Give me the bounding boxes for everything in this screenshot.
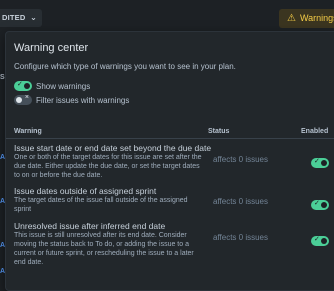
warning-enabled-toggle[interactable]: ✓ — [311, 158, 329, 168]
edited-dropdown-button[interactable]: DITED ⌄ — [0, 9, 42, 27]
check-icon: ✓ — [314, 200, 320, 207]
check-icon: ✓ — [314, 158, 320, 165]
warning-name: Unresolved issue after inferred end date — [14, 221, 166, 231]
check-icon: ✓ — [17, 81, 23, 88]
chevron-down-icon: ⌄ — [30, 13, 37, 22]
edited-label: DITED — [2, 13, 26, 22]
warning-description: The target dates of the issue fall outsi… — [14, 197, 188, 213]
show-warnings-toggle[interactable]: ✓ — [14, 81, 32, 91]
top-bar: DITED ⌄ ⚠ Warnings — [0, 0, 334, 32]
warning-description: This issue is still unresolved after its… — [14, 232, 194, 266]
column-header-status: Status — [208, 128, 230, 135]
warning-status: affects 0 issues — [213, 233, 268, 242]
warning-description: One or both of the target dates for this… — [14, 154, 202, 179]
filter-issues-label: Filter issues with warnings — [36, 95, 130, 105]
warning-enabled-toggle[interactable]: ✓ — [311, 236, 329, 246]
filter-issues-toggle[interactable]: × — [14, 94, 32, 105]
table-header: Warning Status Enabled — [6, 125, 334, 139]
show-warnings-row: ✓ Show warnings — [14, 80, 90, 92]
warning-name: Issue dates outside of assigned sprint — [14, 186, 157, 196]
warning-enabled-toggle[interactable]: ✓ — [311, 200, 329, 210]
dialog-title: Warning center — [14, 42, 89, 54]
table-row: Issue dates outside of assigned sprint T… — [14, 186, 334, 214]
warning-triangle-icon: ⚠ — [287, 13, 296, 24]
dialog-description: Configure which type of warnings you wan… — [14, 62, 236, 71]
warning-status: affects 0 issues — [213, 197, 268, 206]
background-mark: S — [0, 74, 5, 81]
warnings-label: Warnings — [299, 13, 334, 23]
table-row: Unresolved issue after inferred end date… — [14, 221, 334, 267]
warning-name: Issue start date or end date set beyond … — [14, 143, 212, 153]
filter-issues-row: × Filter issues with warnings — [14, 94, 129, 106]
warning-status: affects 0 issues — [213, 155, 268, 164]
close-icon: × — [24, 94, 29, 101]
table-row: Issue start date or end date set beyond … — [14, 143, 334, 180]
show-warnings-label: Show warnings — [36, 81, 91, 91]
warnings-button[interactable]: ⚠ Warnings — [279, 9, 334, 28]
column-header-enabled: Enabled — [301, 128, 329, 135]
warning-center-dialog: Warning center Configure which type of w… — [5, 31, 334, 291]
check-icon: ✓ — [314, 236, 320, 243]
column-header-warning: Warning — [14, 128, 42, 135]
